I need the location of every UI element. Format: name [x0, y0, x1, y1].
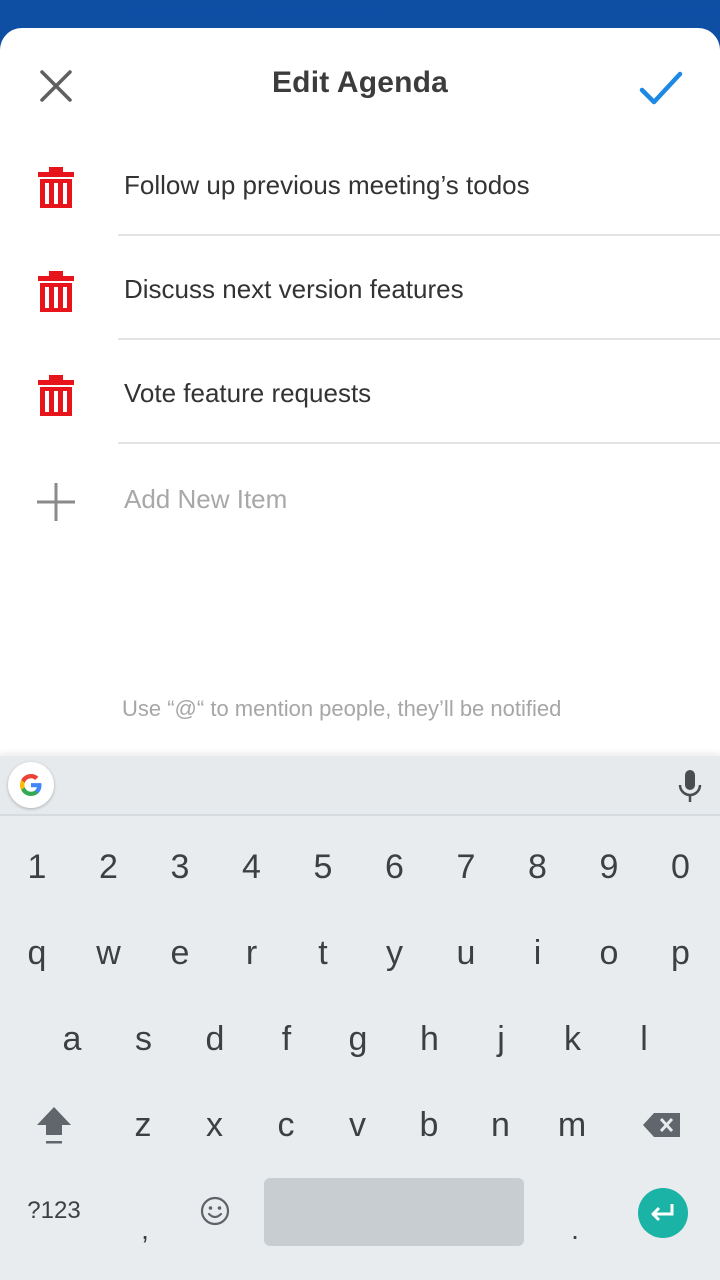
key-l[interactable]: l [609, 996, 679, 1082]
agenda-item-label[interactable]: Follow up previous meeting’s todos [124, 170, 530, 201]
emoji-icon [200, 1196, 230, 1226]
key-r[interactable]: r [217, 910, 287, 996]
emoji-key[interactable] [180, 1168, 250, 1254]
add-item-row[interactable]: Add New Item [0, 444, 720, 548]
shift-key[interactable] [18, 1082, 90, 1168]
enter-icon [651, 1204, 674, 1222]
key-f[interactable]: f [252, 996, 322, 1082]
backspace-icon [643, 1113, 680, 1137]
plus-icon [37, 483, 75, 521]
comma-key[interactable]: , [110, 1168, 180, 1254]
key-5[interactable]: 5 [288, 824, 358, 910]
google-logo-icon [20, 774, 42, 796]
keyboard-toolbar [0, 756, 720, 816]
key-4[interactable]: 4 [217, 824, 287, 910]
mention-hint: Use “@“ to mention people, they’ll be no… [122, 696, 562, 721]
key-k[interactable]: k [538, 996, 608, 1082]
key-d[interactable]: d [180, 996, 250, 1082]
key-t[interactable]: t [288, 910, 358, 996]
key-z[interactable]: z [108, 1082, 178, 1168]
enter-key[interactable] [638, 1188, 688, 1238]
letter-row-3: zxcvbnm [0, 1082, 720, 1168]
edit-agenda-sheet: Edit Agenda Follow up previous meeting’s… [0, 28, 720, 758]
key-3[interactable]: 3 [145, 824, 215, 910]
period-key[interactable]: . [540, 1168, 610, 1254]
key-w[interactable]: w [74, 910, 144, 996]
shift-icon [37, 1107, 71, 1144]
delete-item-button[interactable] [32, 270, 80, 314]
add-item-button[interactable] [34, 480, 78, 524]
key-8[interactable]: 8 [503, 824, 573, 910]
key-7[interactable]: 7 [431, 824, 501, 910]
page-title: Edit Agenda [271, 66, 449, 99]
add-item-input[interactable]: Add New Item [124, 484, 287, 515]
key-c[interactable]: c [251, 1082, 321, 1168]
symbols-key[interactable]: ?123 [10, 1168, 98, 1254]
key-m[interactable]: m [537, 1082, 607, 1168]
letter-row-2: asdfghjkl [0, 996, 720, 1082]
letter-row-1: qwertyuiop [0, 910, 720, 996]
agenda-item: Follow up previous meeting’s todos [0, 132, 720, 236]
key-9[interactable]: 9 [574, 824, 644, 910]
key-v[interactable]: v [323, 1082, 393, 1168]
key-h[interactable]: h [395, 996, 465, 1082]
agenda-item: Discuss next version features [0, 236, 720, 340]
checkmark-icon [639, 71, 683, 105]
key-j[interactable]: j [466, 996, 536, 1082]
key-e[interactable]: e [145, 910, 215, 996]
agenda-item-label[interactable]: Vote feature requests [124, 378, 371, 409]
key-u[interactable]: u [431, 910, 501, 996]
key-g[interactable]: g [323, 996, 393, 1082]
key-0[interactable]: 0 [646, 824, 716, 910]
key-q[interactable]: q [2, 910, 72, 996]
key-p[interactable]: p [646, 910, 716, 996]
key-b[interactable]: b [394, 1082, 464, 1168]
key-a[interactable]: a [37, 996, 107, 1082]
voice-input-button[interactable] [676, 768, 704, 804]
trash-icon [38, 271, 74, 312]
trash-icon [38, 375, 74, 416]
header: Edit Agenda [0, 28, 720, 140]
key-o[interactable]: o [574, 910, 644, 996]
key-n[interactable]: n [466, 1082, 536, 1168]
key-x[interactable]: x [180, 1082, 250, 1168]
trash-icon [38, 167, 74, 208]
confirm-button[interactable] [632, 60, 688, 116]
soft-keyboard: 1234567890 qwertyuiop asdfghjkl zxcvbnm … [0, 756, 720, 1280]
mic-icon [678, 770, 702, 802]
agenda-item: Vote feature requests [0, 340, 720, 444]
backspace-key[interactable] [626, 1082, 698, 1168]
agenda-item-label[interactable]: Discuss next version features [124, 274, 464, 305]
delete-item-button[interactable] [32, 374, 80, 418]
key-6[interactable]: 6 [360, 824, 430, 910]
google-search-button[interactable] [8, 762, 54, 808]
key-2[interactable]: 2 [74, 824, 144, 910]
key-s[interactable]: s [109, 996, 179, 1082]
agenda-list: Follow up previous meeting’s todos Discu… [0, 132, 720, 548]
key-1[interactable]: 1 [2, 824, 72, 910]
key-y[interactable]: y [360, 910, 430, 996]
key-i[interactable]: i [503, 910, 573, 996]
space-key[interactable] [264, 1178, 524, 1246]
delete-item-button[interactable] [32, 166, 80, 210]
number-row: 1234567890 [0, 824, 720, 910]
